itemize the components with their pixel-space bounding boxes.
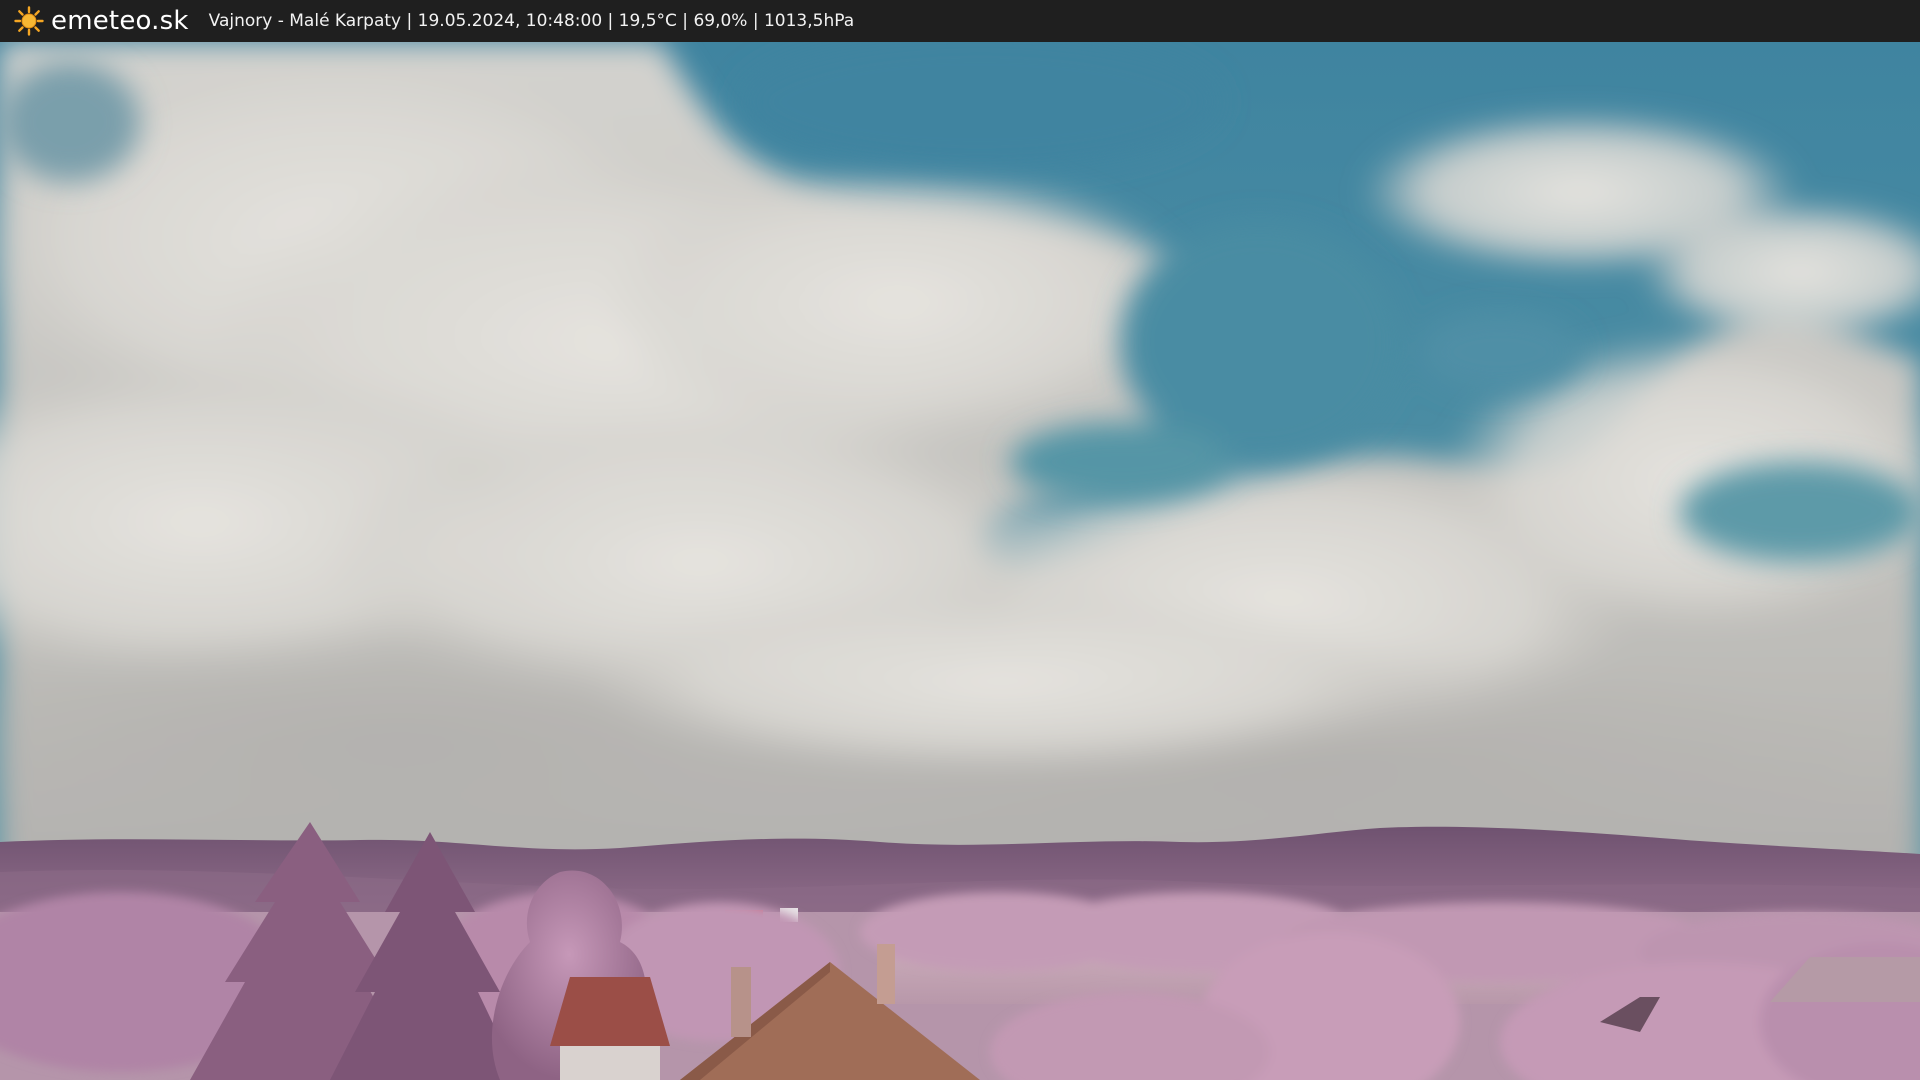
brand-name: emeteo.sk: [51, 6, 189, 36]
house-left: [550, 977, 670, 1080]
webcam-image: [0, 42, 1920, 1080]
station-caption: Vajnory - Malé Karpaty | 19.05.2024, 10:…: [208, 11, 855, 31]
sun-icon: [14, 6, 44, 36]
webcam-frame: emeteo.sk Vajnory - Malé Karpaty | 19.05…: [0, 0, 1920, 1080]
brand-logo[interactable]: emeteo.sk: [14, 0, 189, 42]
caption-bar: emeteo.sk Vajnory - Malé Karpaty | 19.05…: [0, 0, 1920, 42]
